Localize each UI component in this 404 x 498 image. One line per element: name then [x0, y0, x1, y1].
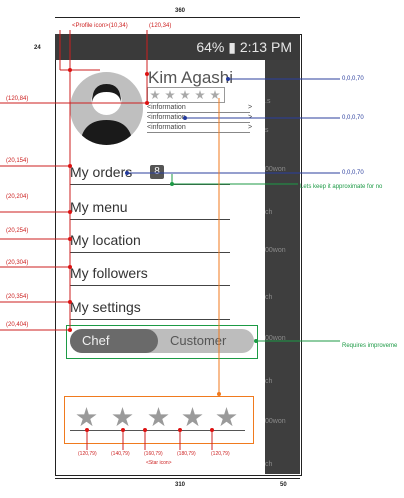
rating-stars	[147, 87, 225, 103]
menu-my-orders[interactable]: My orders	[70, 164, 132, 180]
star-icon	[165, 90, 175, 100]
top-dimension-line	[55, 17, 300, 18]
marker-dot	[125, 171, 129, 175]
annotation-star-coord: (120,79)	[211, 451, 230, 457]
annotation-orders-coord: (20,154)	[6, 158, 29, 164]
menu-my-location[interactable]: My location	[70, 232, 141, 248]
menu-divider	[70, 184, 230, 185]
menu-divider	[70, 219, 230, 220]
bg-text: ch	[265, 209, 273, 216]
menu-divider	[70, 285, 230, 286]
marker-dot	[68, 68, 72, 72]
status-text: 64% ▮ 2:13 PM	[196, 39, 292, 55]
profile-name: Kim Agashi	[148, 68, 234, 87]
bottom-right-dimension: 50	[280, 482, 287, 488]
menu-my-settings[interactable]: My settings	[70, 299, 141, 315]
background-panel	[265, 60, 300, 474]
annotation-name-coord: (120,34)	[149, 23, 172, 29]
marker-dot	[85, 428, 89, 432]
bg-text: .s	[265, 98, 271, 105]
marker-dot	[210, 428, 214, 432]
bottom-dimension: 310	[175, 482, 186, 488]
bg-text: ch	[265, 378, 273, 385]
annotation-approx-note: Lets keep it approximate for no	[300, 184, 383, 190]
marker-dot	[68, 265, 72, 269]
orders-count-badge: 8	[150, 165, 164, 179]
left-dimension: 24	[34, 45, 41, 51]
annotation-settings-coord: (20,354)	[6, 294, 29, 300]
annotation-color: 0,0,0,70	[342, 170, 364, 176]
marker-dot	[217, 392, 221, 396]
bottom-dimension-line	[55, 478, 300, 479]
info-arrow: >	[248, 104, 253, 111]
info-line: <information	[147, 114, 186, 121]
menu-my-menu[interactable]: My menu	[70, 199, 128, 215]
bg-text: 00won	[265, 418, 286, 425]
marker-dot	[226, 77, 230, 81]
star-icon	[195, 90, 205, 100]
marker-dot	[121, 428, 125, 432]
bg-text: ch	[265, 461, 273, 468]
annotation-improve-note: Requires improveme	[342, 343, 398, 349]
star-icon	[150, 90, 160, 100]
annotation-followers-coord: (20,304)	[6, 260, 29, 266]
marker-dot	[145, 101, 149, 105]
marker-dot	[178, 428, 182, 432]
star-icon	[180, 90, 190, 100]
annotation-menu-coord: (20,204)	[6, 194, 29, 200]
marker-dot	[68, 164, 72, 168]
annotation-star-icon: <Star icon>	[146, 460, 172, 466]
marker-dot	[183, 116, 187, 120]
annotation-location-coord: (20,254)	[6, 228, 29, 234]
info-underline	[147, 132, 250, 133]
annotation-stars-coord: (120,84)	[6, 96, 29, 102]
bg-text: 00won	[265, 247, 286, 254]
status-bar: 64% ▮ 2:13 PM	[55, 34, 300, 60]
star-baseline	[70, 430, 245, 431]
menu-divider	[70, 319, 230, 320]
toggle-highlight	[66, 325, 258, 359]
marker-dot	[170, 182, 174, 186]
annotation-color: 0,0,0,70	[342, 115, 364, 121]
annotation-star-coord: (180,79)	[177, 451, 196, 457]
bg-text: s	[265, 127, 269, 134]
marker-dot	[68, 237, 72, 241]
bg-text: 00won	[265, 335, 286, 342]
marker-dot	[68, 328, 72, 332]
star-icon	[210, 90, 220, 100]
marker-dot	[68, 300, 72, 304]
marker-dot	[68, 210, 72, 214]
info-underline	[147, 122, 250, 123]
info-arrow: >	[248, 114, 253, 121]
info-line: <information	[147, 124, 186, 131]
avatar-icon[interactable]	[70, 72, 143, 145]
annotation-color: 0,0,0,70	[342, 76, 364, 82]
bg-text: 00won	[265, 166, 286, 173]
marker-dot	[143, 428, 147, 432]
annotation-star-coord: (120,79)	[78, 451, 97, 457]
annotation-star-coord: (160,79)	[144, 451, 163, 457]
marker-dot	[145, 72, 149, 76]
info-line: <information	[147, 104, 186, 111]
annotation-profile-icon: <Profile icon>(10,34)	[72, 23, 128, 29]
info-arrow: >	[248, 124, 253, 131]
annotation-star-coord: (140,79)	[111, 451, 130, 457]
bg-text: ch	[265, 294, 273, 301]
menu-my-followers[interactable]: My followers	[70, 265, 148, 281]
top-dimension: 360	[175, 8, 186, 14]
marker-dot	[254, 339, 258, 343]
menu-divider	[70, 252, 230, 253]
info-underline	[147, 112, 250, 113]
annotation-toggle-coord: (20,404)	[6, 322, 29, 328]
